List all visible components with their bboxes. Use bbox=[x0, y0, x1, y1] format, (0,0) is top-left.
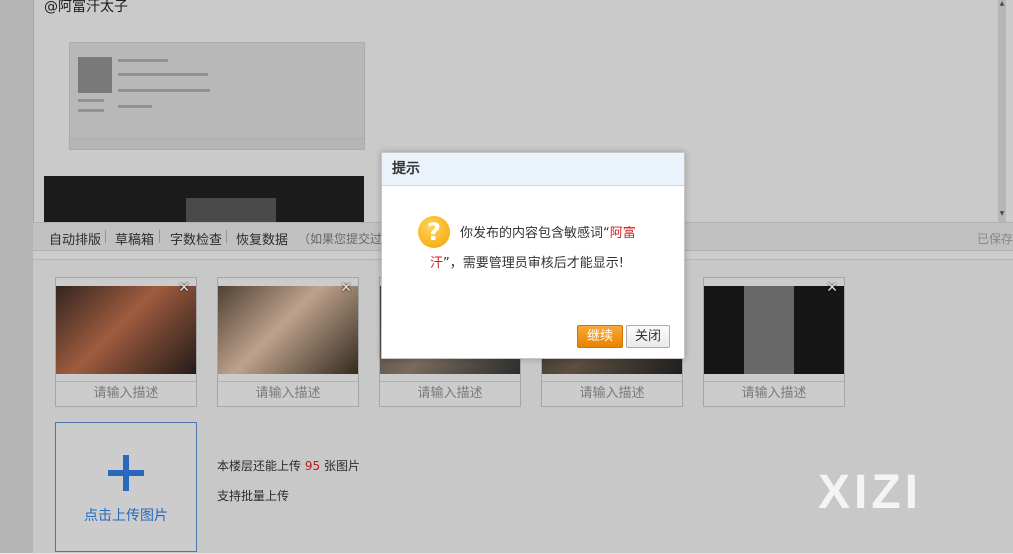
site-watermark: XIZI bbox=[818, 466, 923, 519]
dialog-message: 你发布的内容包含敏感词“阿富汗”，需要管理员审核后才能显示! bbox=[430, 219, 660, 279]
sensitive-word-dialog: 提示 ? 你发布的内容包含敏感词“阿富汗”，需要管理员审核后才能显示! 继续 关… bbox=[381, 152, 685, 359]
close-button[interactable]: 关闭 bbox=[626, 325, 670, 348]
message-after: ”，需要管理员审核后才能显示! bbox=[443, 256, 624, 271]
continue-button[interactable]: 继续 bbox=[577, 325, 623, 348]
message-before: 你发布的内容包含敏感词“ bbox=[460, 226, 610, 241]
dialog-title: 提示 bbox=[382, 153, 684, 186]
